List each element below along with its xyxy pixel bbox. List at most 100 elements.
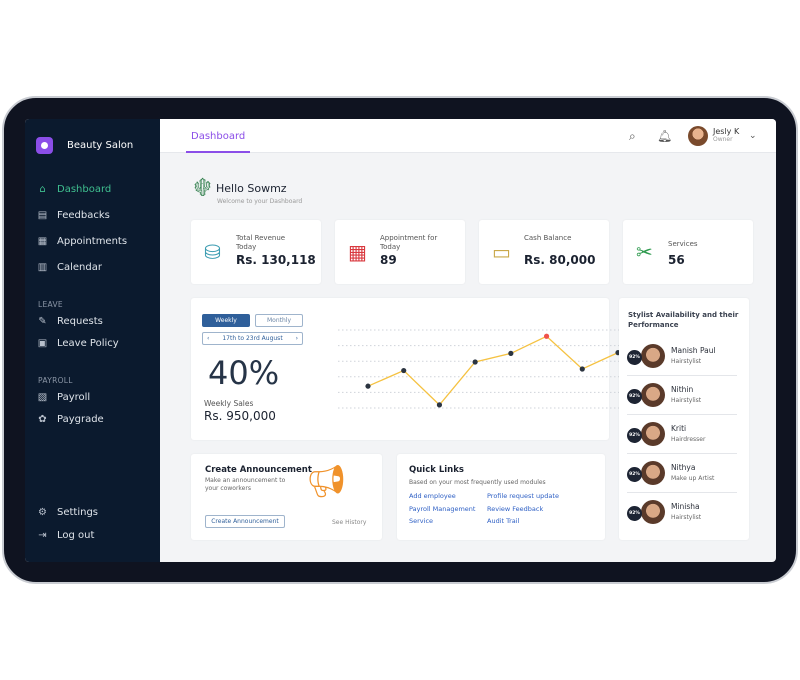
label: Log out [57, 530, 95, 541]
chevron-right-icon[interactable]: › [296, 333, 298, 344]
logo-icon [36, 137, 53, 154]
home-icon: ⌂ [39, 184, 46, 195]
link-audit-trail[interactable]: Audit Trail [487, 517, 519, 525]
scissors-comb-icon: ✂ [636, 240, 653, 264]
sidebar-item-dashboard[interactable]: ⌂ Dashboard [37, 184, 111, 195]
label: Settings [57, 507, 99, 518]
requests-icon: ✎ [38, 316, 47, 327]
sidebar-item-logout[interactable]: ⇥ Log out [37, 530, 94, 541]
stylist-avatar [641, 422, 665, 446]
search-icon[interactable]: ⌕ [629, 129, 636, 144]
stylist-role: Hairstylist [671, 514, 702, 521]
date-range-picker[interactable]: ‹ 17th to 23rd August › [202, 332, 303, 345]
see-history-link[interactable]: See History [332, 519, 366, 526]
stat-card-revenue: ⛁ Total Revenue Today Rs. 130,118 [191, 220, 321, 284]
section-payroll: PAYROLL [38, 376, 73, 385]
stylist-item[interactable]: 92% Nithin Hairstylist [627, 379, 737, 415]
link-payroll-management[interactable]: Payroll Management [409, 505, 475, 513]
stylist-role: Hairdresser [671, 436, 706, 443]
stylist-avatar [641, 344, 665, 368]
sidebar-item-requests[interactable]: ✎ Requests [37, 316, 103, 327]
stat-label: Services [668, 240, 698, 248]
sidebar-item-appointments[interactable]: ▦ Appointments [37, 236, 127, 247]
sidebar-item-feedbacks[interactable]: ▤ Feedbacks [37, 210, 110, 221]
label: Appointments [57, 236, 128, 247]
data-point[interactable] [436, 402, 443, 408]
stat-label: Cash Balance [524, 234, 572, 242]
sales-card: Weekly Monthly ‹ 17th to 23rd August › 40%… [191, 298, 623, 440]
stylist-role: Hairstylist [671, 397, 702, 404]
announcement-title: Create Announcement [205, 465, 312, 475]
data-point[interactable] [543, 333, 550, 339]
performance-badge: 92% [627, 350, 642, 365]
app-screen: Beauty Salon ⌂ Dashboard ▤ Feedbacks ▦ Appo… [25, 119, 776, 562]
stat-value: 89 [380, 253, 397, 267]
stat-label: Total Revenue Today [236, 234, 286, 251]
greeting-title: Hello Sowmz [216, 182, 287, 195]
chevron-left-icon[interactable]: ‹ [207, 333, 209, 344]
sidebar-item-paygrade[interactable]: ✿ Paygrade [37, 414, 103, 425]
link-review-feedback[interactable]: Review Feedback [487, 505, 543, 513]
stylist-name: Manish Paul [671, 346, 716, 355]
stat-card-services: ✂ Services 56 [623, 220, 753, 284]
sales-amount: Rs. 950,000 [204, 409, 276, 423]
link-add-employee[interactable]: Add employee [409, 492, 456, 500]
data-point[interactable] [401, 367, 407, 374]
stylist-name: Nithin [671, 385, 694, 394]
calendar-icon: ▥ [37, 262, 48, 273]
bell-icon[interactable]: 🔔︎ [657, 129, 672, 143]
create-announcement-button[interactable]: Create Announcement [205, 515, 285, 528]
weekly-button[interactable]: Weekly [202, 314, 250, 327]
user-info[interactable]: Jesly K Owner [713, 127, 739, 143]
tab-dashboard[interactable]: Dashboard [186, 119, 251, 153]
stylists-card: Stylist Availability and their Performan… [619, 298, 749, 540]
user-role: Owner [713, 136, 733, 143]
quick-links-subtitle: Based on your most frequently used modul… [409, 479, 546, 486]
stylist-avatar [641, 461, 665, 485]
money-icon: ⛁ [204, 240, 221, 264]
label: Requests [57, 316, 103, 327]
logout-icon: ⇥ [38, 530, 47, 541]
performance-badge: 92% [627, 467, 642, 482]
stylist-item[interactable]: 92% Manish Paul Hairstylist [627, 340, 737, 376]
stylist-item[interactable]: 92% Nithya Make up Artist [627, 457, 737, 493]
stylist-role: Make up Artist [671, 475, 715, 482]
announcement-desc: Make an announcement to your coworkers [205, 477, 286, 492]
announcement-card: Create Announcement Make an announcement… [191, 454, 382, 540]
sales-percent: 40% [208, 354, 280, 392]
label: Dashboard [57, 184, 112, 195]
label: Leave Policy [57, 338, 119, 349]
sidebar-item-settings[interactable]: ⚙ Settings [37, 507, 98, 518]
calendar-edit-icon: ▦ [348, 240, 367, 264]
stat-card-cash: ▭ Cash Balance Rs. 80,000 [479, 220, 609, 284]
sidebar-item-leave-policy[interactable]: ▣ Leave Policy [37, 338, 119, 349]
stylist-item[interactable]: 92% Minisha Hairstylist [627, 496, 737, 532]
paygrade-icon: ✿ [38, 414, 47, 425]
user-name: Jesly K [713, 127, 740, 136]
brand-name: Beauty Salon [67, 140, 134, 151]
label: Feedbacks [57, 210, 110, 221]
avatar[interactable] [688, 126, 708, 146]
data-point[interactable] [579, 366, 585, 372]
stylists-title: Stylist Availability and their Performan… [628, 311, 739, 329]
feedback-icon: ▤ [37, 210, 48, 221]
leave-policy-icon: ▣ [37, 338, 48, 349]
quick-links-card: Quick Links Based on your most frequentl… [397, 454, 605, 540]
sidebar-item-payroll[interactable]: ▧ Payroll [37, 392, 90, 403]
stylist-item[interactable]: 92% Kriti Hairdresser [627, 418, 737, 454]
data-point[interactable] [472, 359, 478, 365]
stat-label: Appointment for Today [380, 234, 438, 251]
chevron-down-icon[interactable]: ⌄ [749, 131, 757, 141]
link-profile-request-update[interactable]: Profile request update [487, 492, 559, 500]
label: Payroll [57, 392, 91, 403]
performance-badge: 92% [627, 428, 642, 443]
data-point[interactable] [508, 350, 514, 356]
brand: Beauty Salon [36, 137, 133, 154]
monthly-button[interactable]: Monthly [255, 314, 303, 327]
link-service[interactable]: Service [409, 517, 433, 525]
stylist-name: Kriti [671, 424, 687, 433]
sidebar-item-calendar[interactable]: ▥ Calendar [37, 262, 102, 273]
date-range: 17th to 23rd August [222, 335, 283, 342]
appointments-icon: ▦ [37, 236, 48, 247]
data-point[interactable] [365, 383, 371, 389]
